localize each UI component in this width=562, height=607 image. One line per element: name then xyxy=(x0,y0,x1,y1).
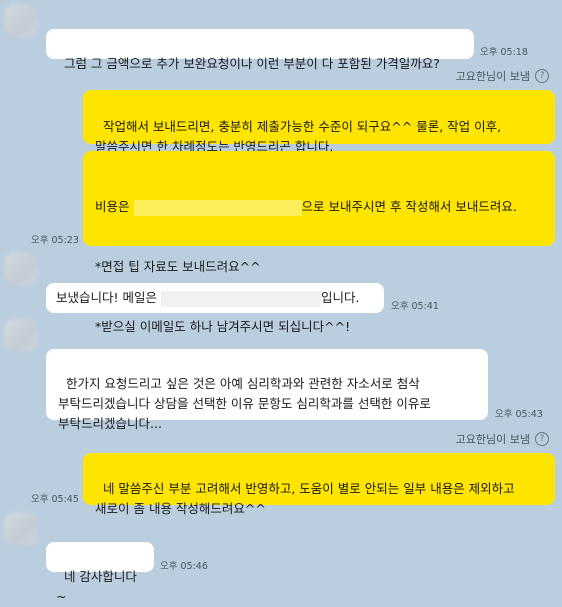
message-timestamp: 오후 05:41 xyxy=(391,301,439,312)
help-icon[interactable]: ? xyxy=(535,432,549,446)
sender-name: 고요한님이 보냄 xyxy=(455,70,530,83)
incoming-message-bubble: 그럼 그 금액으로 추가 보완요청이나 이런 부분이 다 포함된 가격일까요? xyxy=(46,29,474,71)
incoming-message-bubble: 네 감사합니다~ xyxy=(46,542,154,604)
message-timestamp: 오후 05:23 xyxy=(31,235,79,246)
incoming-message-bubble: 보냈습니다! 메일은 입니다. xyxy=(46,283,384,313)
avatar[interactable] xyxy=(4,512,38,546)
message-timestamp: 오후 05:46 xyxy=(160,561,208,572)
message-text: 보냈습니다! 메일은 xyxy=(56,290,157,305)
message-timestamp: 오후 05:18 xyxy=(480,47,528,58)
avatar[interactable] xyxy=(4,318,38,352)
message-timestamp: 오후 05:43 xyxy=(495,409,543,420)
avatar[interactable] xyxy=(4,4,38,38)
message-timestamp: 오후 05:45 xyxy=(31,494,79,505)
incoming-message-bubble: 한가지 요청드리고 싶은 것은 아예 심리학과와 관련한 자소서로 첨삭 부탁드… xyxy=(46,349,488,431)
redacted-region xyxy=(133,199,302,216)
outgoing-message-bubble: 네 말씀주신 부분 고려해서 반영하고, 도움이 별로 안되는 일부 내용은 제… xyxy=(83,453,555,516)
message-text: 으로 보내주시면 후 작성해서 보내드려요. xyxy=(301,199,517,214)
sender-label: 고요한님이 보냄 ? xyxy=(456,68,549,84)
message-text: 비용은 xyxy=(95,199,130,214)
message-line: *받으실 이메일도 하나 남겨주시면 되십니다^^! xyxy=(95,319,351,334)
message-line: *면접 팁 자료도 보내드려요^^ xyxy=(95,259,261,274)
message-text: 한가지 요청드리고 싶은 것은 아예 심리학과와 관련한 자소서로 첨삭 부탁드… xyxy=(58,376,435,431)
outgoing-message-bubble: 작업해서 보내드리면, 충분히 제출가능한 수준이 되구요^^ 물론, 작업 이… xyxy=(83,90,555,154)
outgoing-message-bubble: 비용은 으로 보내주시면 후 작성해서 보내드려요. *면접 팁 자료도 보내드… xyxy=(83,151,555,334)
message-text: 네 말씀주신 부분 고려해서 반영하고, 도움이 별로 안되는 일부 내용은 제… xyxy=(95,481,519,516)
sender-label: 고요한님이 보냄 ? xyxy=(456,431,549,447)
message-text: 입니다. xyxy=(320,290,360,305)
message-line: 비용은 으로 보내주시면 후 작성해서 보내드려요. xyxy=(95,197,543,217)
avatar[interactable] xyxy=(4,252,38,286)
message-text: 작업해서 보내드리면, 충분히 제출가능한 수준이 되구요^^ 물론, 작업 이… xyxy=(95,119,506,154)
sender-name: 고요한님이 보냄 xyxy=(455,433,530,446)
message-text: 네 감사합니다~ xyxy=(56,569,137,604)
redacted-region xyxy=(160,290,321,307)
help-icon[interactable]: ? xyxy=(535,69,549,83)
message-text: 그럼 그 금액으로 추가 보완요청이나 이런 부분이 다 포함된 가격일까요? xyxy=(63,56,440,71)
